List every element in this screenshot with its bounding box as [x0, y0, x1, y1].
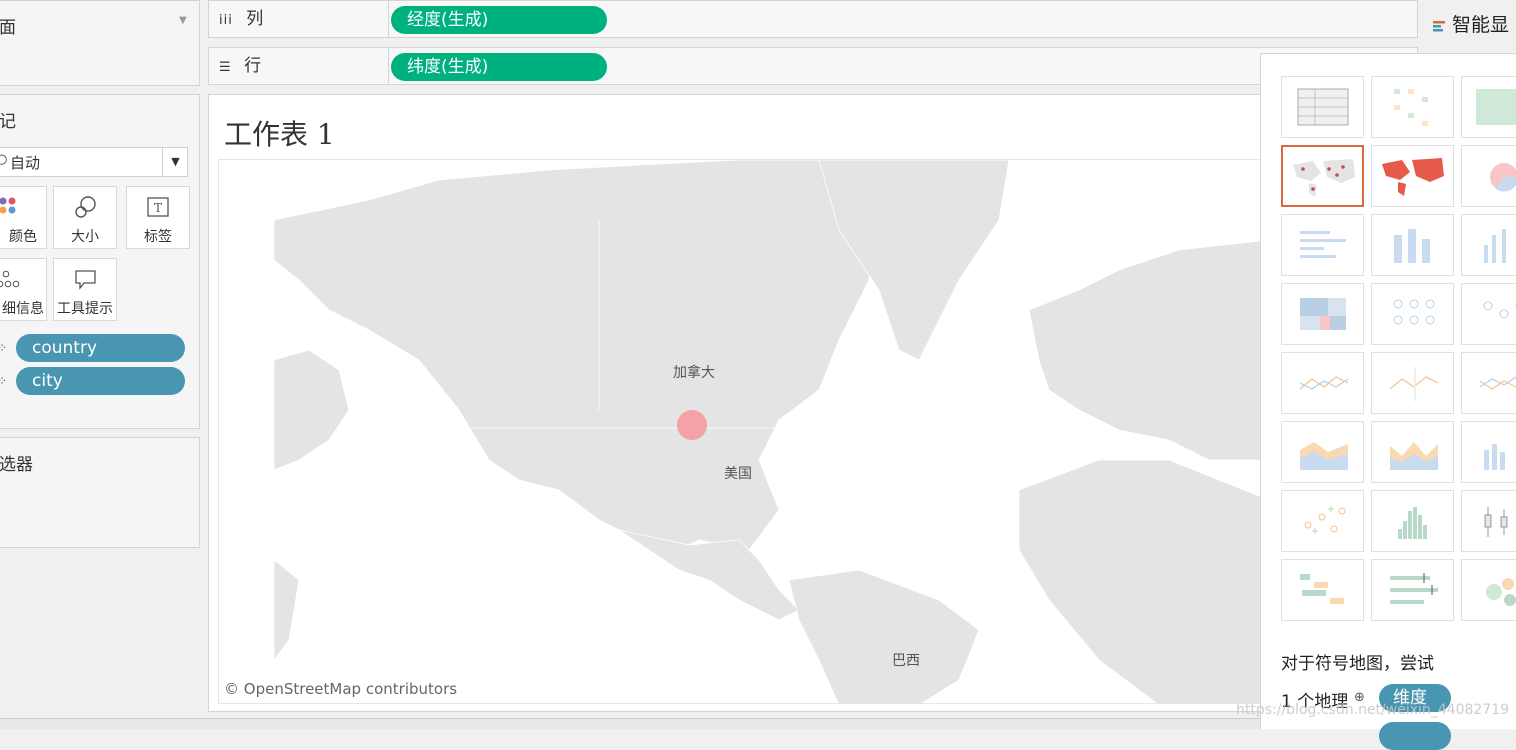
rows-shelf-header: ☰ 行 [209, 48, 389, 84]
line-continuous-thumb[interactable] [1281, 352, 1364, 414]
mark-type-icon: ○ [0, 152, 8, 167]
usa-label: 美国 [724, 466, 752, 482]
status-bar [0, 718, 1260, 729]
label-button[interactable]: T 标签 [126, 186, 190, 249]
dual-lines-thumb[interactable] [1461, 352, 1516, 414]
map-attribution: © OpenStreetMap contributors [224, 680, 458, 698]
tooltip-button-label: 工具提示 [57, 301, 113, 317]
dimension-pill-partial [1379, 722, 1451, 750]
box-whisker-thumb[interactable] [1461, 490, 1516, 552]
country-field-pill[interactable]: country [16, 334, 185, 362]
pages-panel: 面 ▼ [0, 0, 200, 86]
pages-panel-title: 面 [0, 18, 16, 38]
size-icon [75, 196, 96, 218]
longitude-pill[interactable]: 经度(生成) [391, 6, 607, 34]
svg-text:T: T [154, 201, 162, 215]
columns-shelf-header: iii 列 [209, 1, 389, 37]
pie-chart-thumb[interactable] [1461, 145, 1516, 207]
rows-icon: ☰ [219, 60, 231, 75]
color-icon [0, 197, 16, 214]
stacked-bars-thumb[interactable] [1371, 214, 1454, 276]
world-basemap [273, 160, 1267, 703]
color-button-label: 颜色 [9, 229, 37, 245]
show-me-panel: 对于符号地图，尝试 1 个地理 ⊕ 维度 [1260, 53, 1516, 750]
columns-shelf[interactable]: iii 列 经度(生成) [208, 0, 1418, 38]
line-discrete-thumb[interactable] [1371, 352, 1454, 414]
brazil-label: 巴西 [892, 653, 920, 669]
color-button[interactable]: 颜色 [0, 186, 47, 249]
marks-panel-title: 记 [0, 112, 16, 132]
show-me-hint-line1: 对于符号地图，尝试 [1281, 654, 1434, 674]
show-me-title: 智能显 [1452, 14, 1510, 36]
latitude-pill[interactable]: 纬度(生成) [391, 53, 607, 81]
area-continuous-thumb[interactable] [1281, 421, 1364, 483]
treemap-thumb[interactable] [1281, 283, 1364, 345]
mark-type-select[interactable]: ○ 自动 ▼ [0, 147, 188, 177]
filters-panel: 选器 [0, 437, 200, 548]
side-by-side-bars-thumb[interactable] [1461, 214, 1516, 276]
pages-dropdown-icon[interactable]: ▼ [179, 15, 187, 26]
canada-label: 加拿大 [673, 365, 715, 381]
side-by-side-circles-thumb[interactable] [1461, 283, 1516, 345]
size-button-label: 大小 [71, 229, 99, 245]
symbol-map-thumb[interactable] [1281, 145, 1364, 207]
rows-shelf-label: 行 [244, 56, 262, 76]
heat-map-thumb[interactable] [1371, 76, 1454, 138]
mark-type-value: 自动 [10, 154, 41, 172]
detail-field-icon: ⁘ [0, 341, 7, 355]
label-icon: T [147, 197, 169, 217]
histogram-thumb[interactable] [1371, 490, 1454, 552]
detail-button-label: 细信息 [2, 301, 44, 317]
detail-button[interactable]: 细信息 [0, 258, 47, 321]
text-table-thumb[interactable] [1281, 76, 1364, 138]
area-discrete-thumb[interactable] [1371, 421, 1454, 483]
circle-views-thumb[interactable] [1371, 283, 1454, 345]
rows-shelf[interactable]: ☰ 行 纬度(生成) [208, 47, 1418, 85]
scatter-plot-thumb[interactable] [1281, 490, 1364, 552]
tooltip-button[interactable]: 工具提示 [53, 258, 117, 321]
filters-panel-title: 选器 [0, 455, 33, 475]
detail-icon [0, 270, 20, 288]
city-mark [677, 410, 707, 440]
tooltip-icon [75, 270, 96, 290]
detail-field-icon: ⁘ [0, 374, 7, 388]
worksheet: 工作表 1 加拿大 美国 巴西 © OpenStreetMap contribu… [208, 94, 1268, 712]
filled-map-thumb[interactable] [1371, 145, 1454, 207]
bullet-graph-thumb[interactable] [1371, 559, 1454, 621]
symbol-map[interactable]: 加拿大 美国 巴西 © OpenStreetMap contributors [218, 159, 1268, 704]
highlight-table-thumb[interactable] [1461, 76, 1516, 138]
columns-icon: iii [219, 13, 233, 28]
gantt-thumb[interactable] [1281, 559, 1364, 621]
columns-shelf-label: 列 [246, 9, 264, 29]
chevron-down-icon: ▼ [162, 148, 188, 176]
watermark: https://blog.csdn.net/weixin_44082719 [1236, 702, 1510, 718]
marks-panel: 记 ○ 自动 ▼ 颜色 大小 T 标签 细信息 工具提示 country cit… [0, 94, 200, 429]
horizontal-bars-thumb[interactable] [1281, 214, 1364, 276]
packed-bubbles-thumb[interactable] [1461, 559, 1516, 621]
label-button-label: 标签 [144, 229, 172, 245]
size-button[interactable]: 大小 [53, 186, 117, 249]
dual-combination-thumb[interactable] [1461, 421, 1516, 483]
show-me-header[interactable]: 智能显 [1432, 10, 1509, 37]
sheet-title[interactable]: 工作表 1 [224, 113, 335, 153]
city-field-pill[interactable]: city [16, 367, 185, 395]
show-me-icon [1433, 20, 1445, 31]
